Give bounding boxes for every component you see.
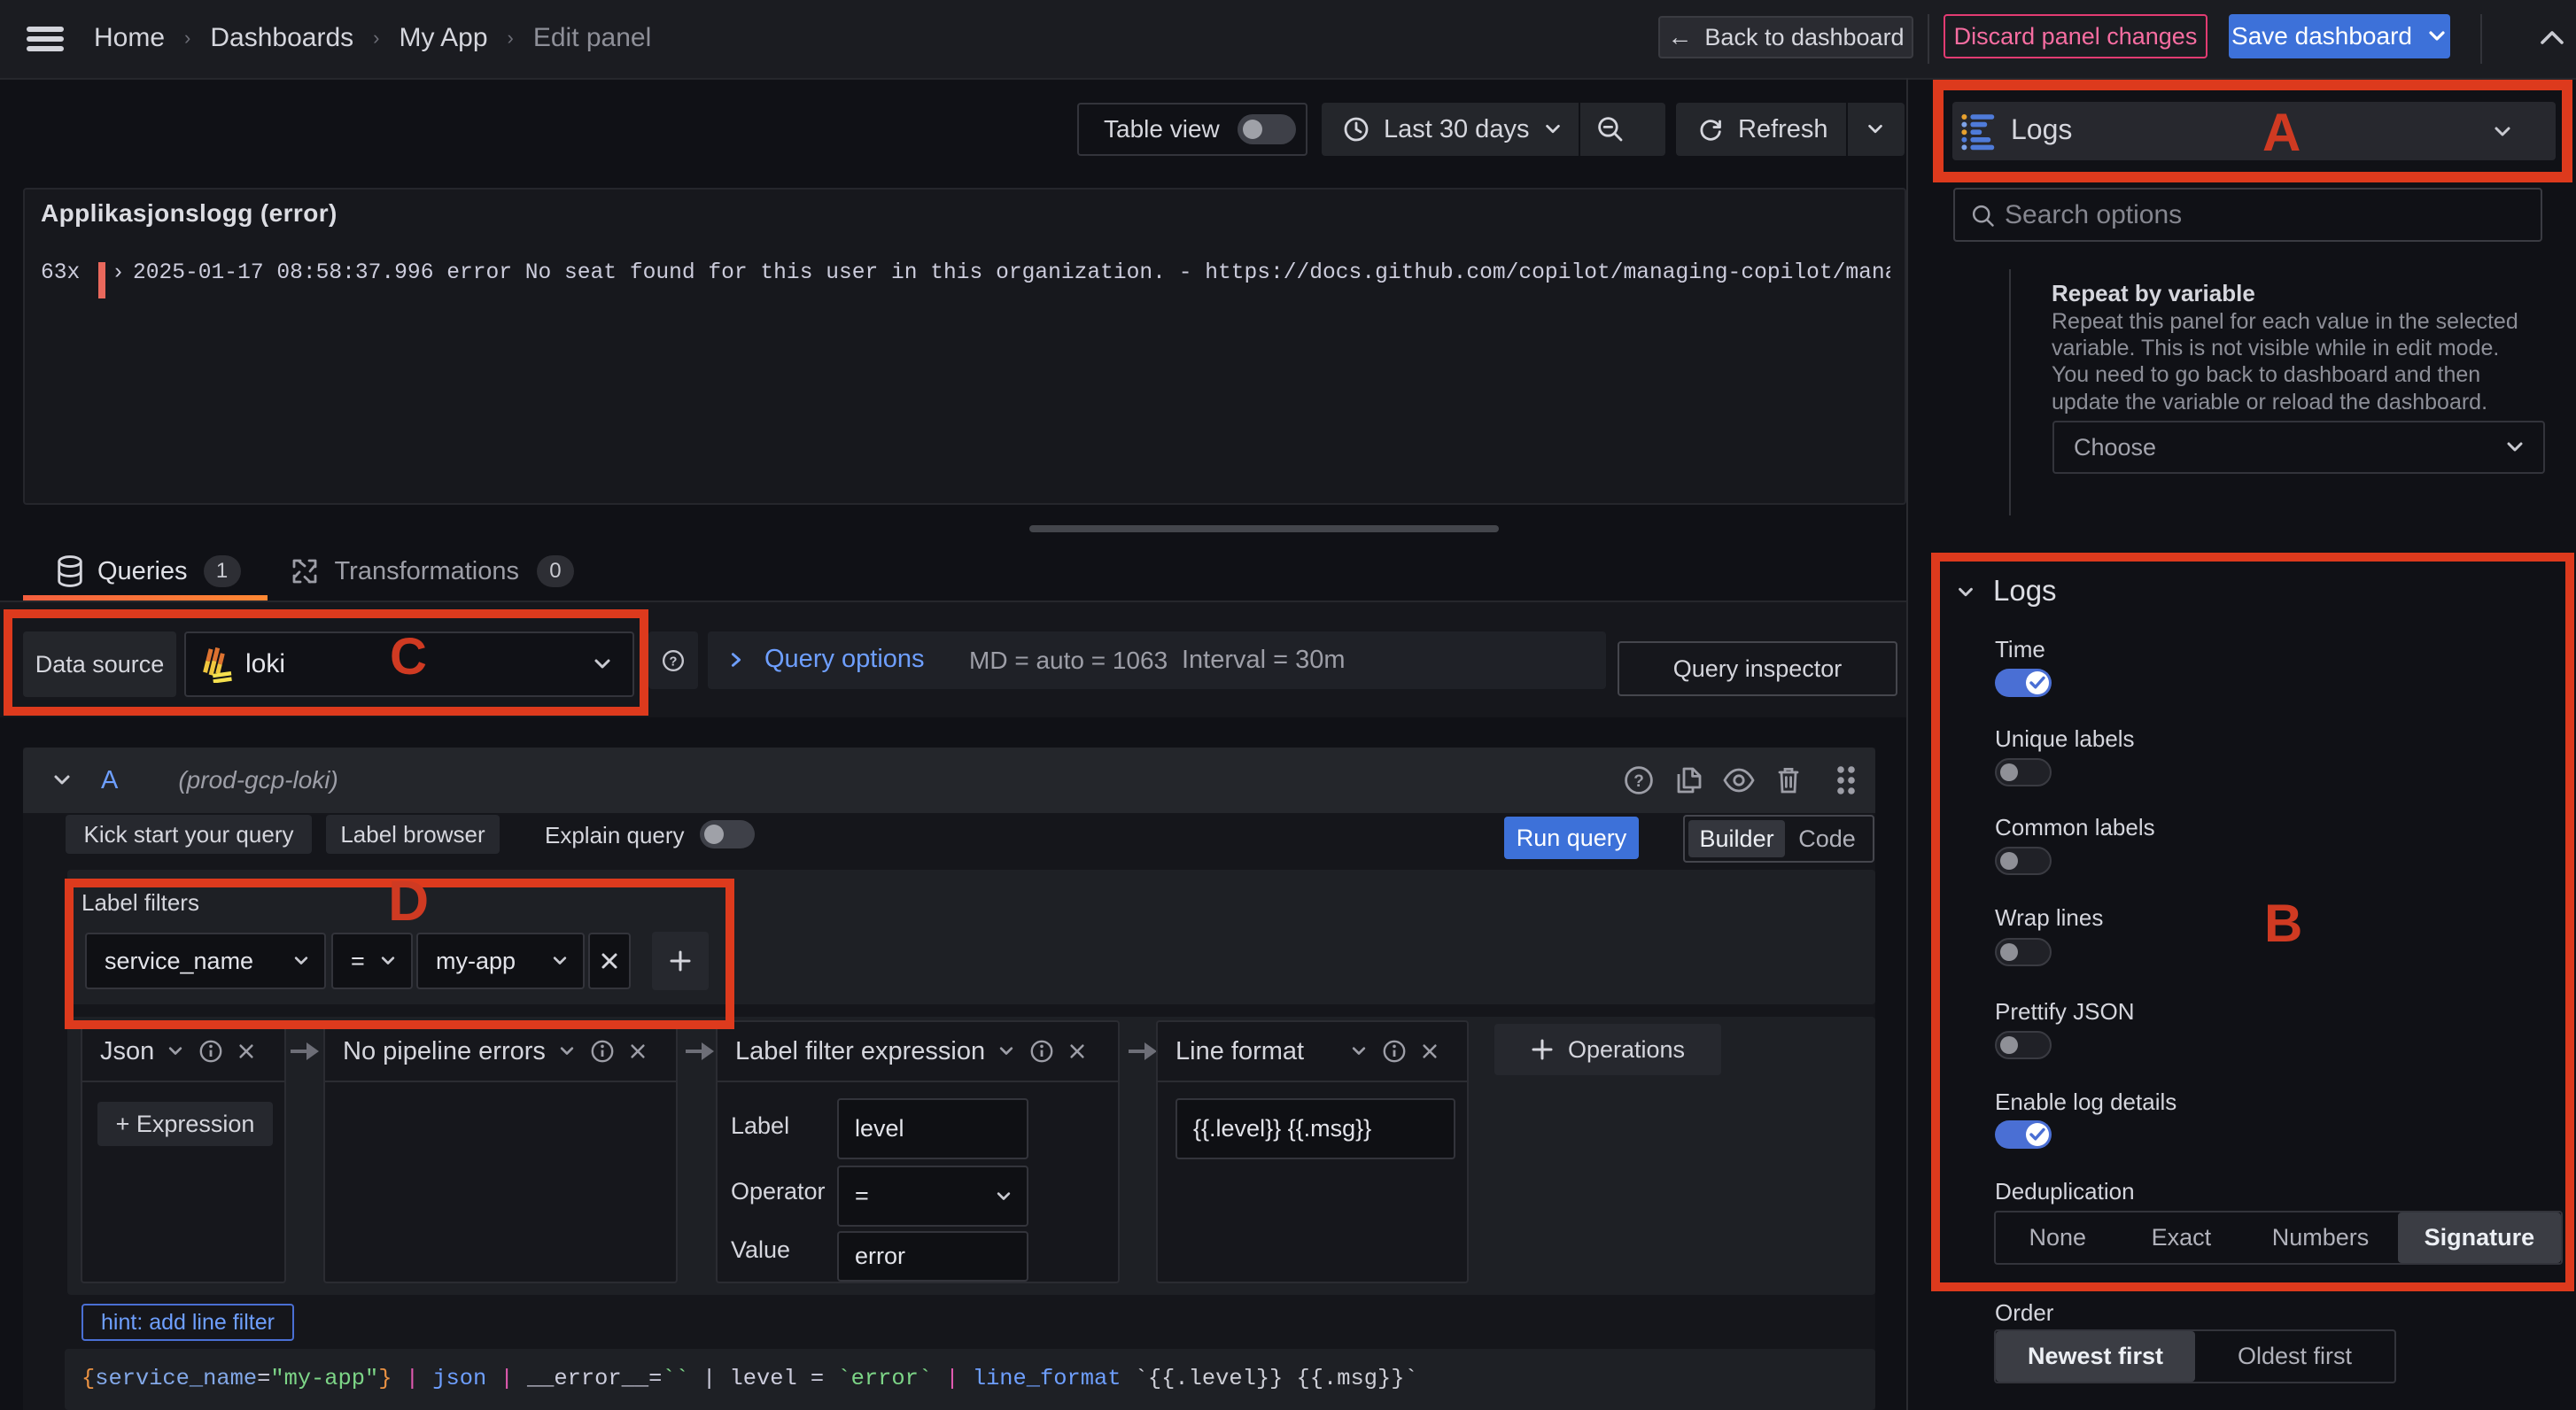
svg-text:?: ? bbox=[1633, 772, 1644, 791]
svg-text:?: ? bbox=[670, 655, 678, 669]
